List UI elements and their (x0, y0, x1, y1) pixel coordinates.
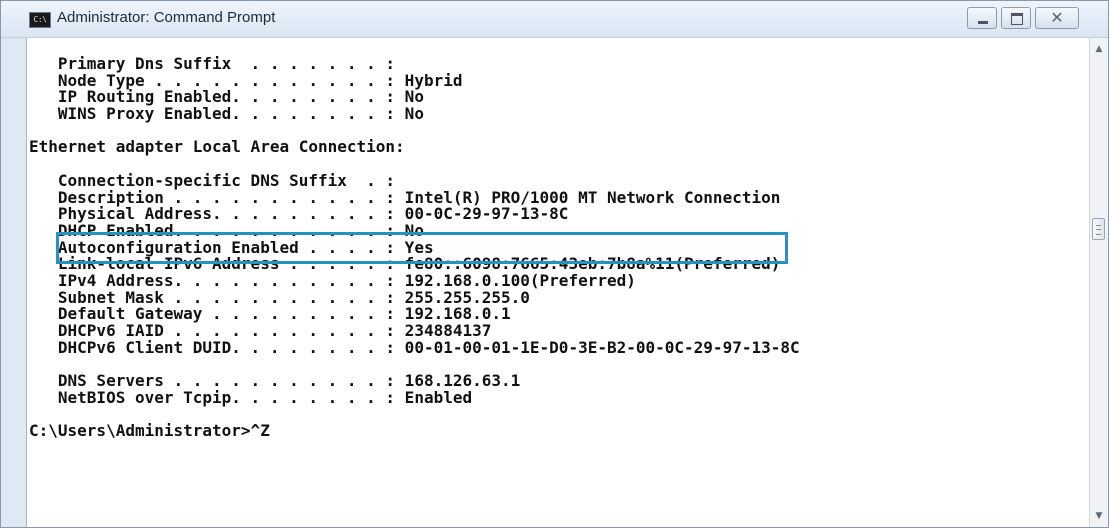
minimize-button[interactable] (967, 7, 997, 29)
title-bar[interactable]: C:\ Administrator: Command Prompt ✕ (1, 1, 1108, 38)
scroll-down-arrow-icon[interactable]: ▼ (1090, 507, 1108, 525)
console-line-adapter-header: Ethernet adapter Local Area Connection: (29, 137, 405, 157)
console-line-wins-proxy: WINS Proxy Enabled. . . . . . . . : No (29, 104, 424, 124)
close-icon: ✕ (1050, 8, 1064, 27)
maximize-icon (1002, 8, 1030, 28)
minimize-icon (968, 8, 996, 28)
console-prompt-line[interactable]: C:\Users\Administrator>^Z (29, 422, 800, 440)
console-line-dhcpv6-duid: DHCPv6 Client DUID. . . . . . . . : 00-0… (29, 337, 800, 357)
physical-address-highlight-box (56, 232, 788, 264)
scroll-up-arrow-icon[interactable]: ▲ (1090, 40, 1108, 58)
window-title: Administrator: Command Prompt (57, 9, 276, 26)
maximize-button[interactable] (1001, 7, 1031, 29)
vertical-scrollbar[interactable]: ▲ ▼ (1089, 38, 1108, 527)
scroll-thumb[interactable] (1092, 218, 1105, 240)
console-line-dns-suffix: Connection-specific DNS Suffix . : (29, 170, 396, 190)
close-button[interactable]: ✕ (1035, 7, 1079, 29)
console-output[interactable]: Primary Dns Suffix . . . . . . . : Node … (26, 38, 1089, 527)
command-prompt-window: C:\ Administrator: Command Prompt ✕ Prim… (0, 0, 1109, 528)
cmd-app-icon[interactable]: C:\ (29, 12, 51, 28)
console-line-netbios: NetBIOS over Tcpip. . . . . . . . : Enab… (29, 387, 473, 407)
grip-icon (1096, 225, 1101, 235)
